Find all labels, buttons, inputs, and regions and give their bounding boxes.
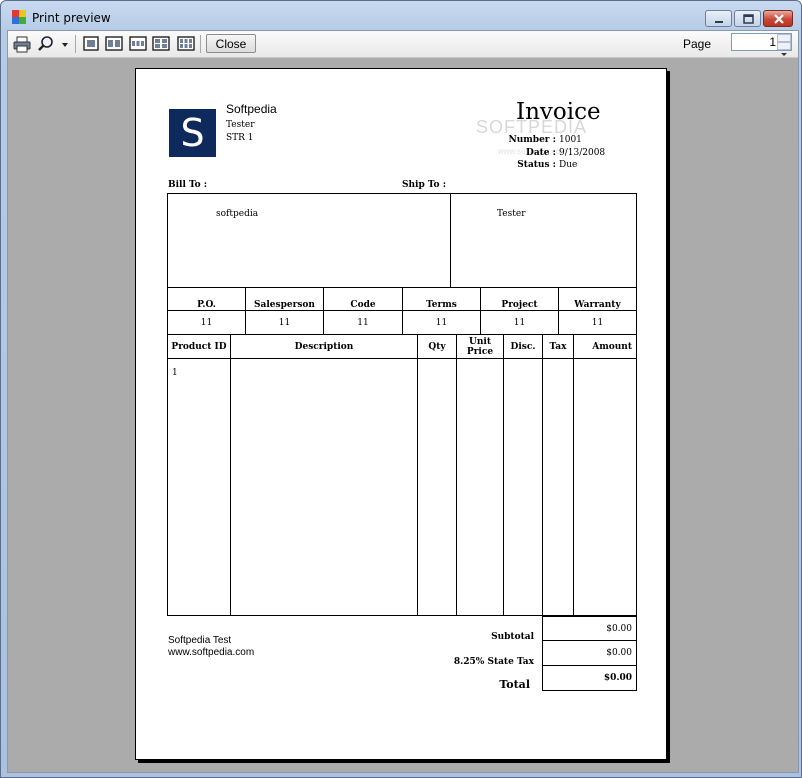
item-product-id: 1 <box>167 358 231 616</box>
info-value: 11 <box>167 310 246 335</box>
three-pages-icon[interactable] <box>129 34 147 54</box>
totals-table: $0.00 $0.00 $0.00 <box>542 616 637 691</box>
app-icon <box>12 10 26 24</box>
info-table: P.O. Salesperson Code Terms Project Warr… <box>167 287 637 335</box>
tax-value: $0.00 <box>542 640 637 666</box>
info-value: 11 <box>245 310 324 335</box>
maximize-icon <box>743 14 754 24</box>
two-pages-icon[interactable] <box>105 34 123 54</box>
spin-up-button[interactable] <box>777 34 791 49</box>
window-title: Print preview <box>32 11 111 25</box>
title-bar[interactable]: Print preview <box>1 1 801 31</box>
item-header: Amount <box>573 334 637 359</box>
item-amount <box>573 358 637 616</box>
subtotal-label: Subtotal <box>491 632 534 642</box>
item-unit-price <box>456 358 504 616</box>
footer-line-1: Softpedia Test <box>168 635 232 646</box>
date-label: Date : <box>526 148 556 158</box>
info-value: 11 <box>558 310 637 335</box>
item-header: Product ID <box>167 334 231 359</box>
item-header: Tax <box>542 334 574 359</box>
bill-to-label: Bill To : <box>168 180 208 190</box>
info-header: P.O. <box>167 287 246 311</box>
toolbar-separator <box>200 35 201 53</box>
close-preview-button[interactable]: Close <box>206 34 256 53</box>
info-header: Terms <box>402 287 481 311</box>
item-header: Unit Price <box>456 334 504 359</box>
info-value: 11 <box>480 310 559 335</box>
info-value-row: 11 11 11 11 11 11 <box>167 310 637 335</box>
item-tax <box>542 358 574 616</box>
toolbar: Close Page <box>8 31 798 58</box>
chevron-down-icon <box>781 53 787 56</box>
company-line-2: STR 1 <box>226 133 254 143</box>
item-row: 1 <box>167 358 637 616</box>
invoice-page: S Softpedia Tester STR 1 SOFTPEDIA www.s… <box>135 68 667 760</box>
four-pages-icon[interactable] <box>152 34 170 54</box>
bill-to-value: softpedia <box>216 209 259 219</box>
preview-client-area: Close Page S Softpedia Tester STR 1 SOFT… <box>7 30 799 773</box>
footer-line-2: www.softpedia.com <box>168 647 255 658</box>
info-header: Code <box>323 287 403 311</box>
total-value: $0.00 <box>542 665 637 691</box>
print-preview-window: Print preview Close Page 1 S Softpedia T… <box>0 0 802 778</box>
spin-down-button[interactable] <box>777 42 791 56</box>
total-label: Total <box>499 678 530 691</box>
printer-icon[interactable] <box>13 34 31 54</box>
company-name: Softpedia <box>226 102 277 116</box>
close-icon <box>774 14 784 24</box>
items-table: Product ID Description Qty Unit Price Di… <box>167 334 637 616</box>
toolbar-separator <box>75 35 76 53</box>
date-value: 9/13/2008 <box>559 148 606 158</box>
chevron-down-icon[interactable] <box>60 34 70 54</box>
zoom-icon[interactable] <box>37 34 55 54</box>
maximize-button[interactable] <box>734 10 761 27</box>
company-logo: S <box>169 109 216 157</box>
page-number-input[interactable] <box>734 35 776 49</box>
bill-to-box: softpedia <box>167 193 451 288</box>
info-header: Salesperson <box>245 287 324 311</box>
info-header: Warranty <box>558 287 637 311</box>
company-line-1: Tester <box>226 120 255 130</box>
ship-to-label: Ship To : <box>402 180 447 190</box>
item-disc <box>503 358 543 616</box>
number-value: 1001 <box>559 135 582 145</box>
status-label: Status : <box>517 160 556 170</box>
tax-label: 8.25% State Tax <box>453 657 534 667</box>
info-header: Project <box>480 287 559 311</box>
ship-to-box: Tester <box>450 193 637 288</box>
window-close-button[interactable] <box>763 10 793 27</box>
minimize-icon <box>715 21 723 23</box>
minimize-button[interactable] <box>705 10 732 27</box>
item-qty <box>417 358 457 616</box>
item-description <box>230 358 418 616</box>
info-header-row: P.O. Salesperson Code Terms Project Warr… <box>167 287 637 311</box>
address-table: softpedia Tester <box>167 193 637 288</box>
six-pages-icon[interactable] <box>177 34 195 54</box>
subtotal-value: $0.00 <box>542 616 637 641</box>
info-value: 11 <box>323 310 403 335</box>
invoice-title: Invoice <box>516 99 601 125</box>
one-page-icon[interactable] <box>82 34 100 54</box>
status-value: Due <box>559 160 578 170</box>
page-spinner[interactable] <box>731 33 792 56</box>
items-header-row: Product ID Description Qty Unit Price Di… <box>167 334 637 359</box>
ship-to-value: Tester <box>497 209 526 219</box>
item-header: Disc. <box>503 334 543 359</box>
page-label: Page <box>683 37 712 51</box>
item-header: Description <box>230 334 418 359</box>
number-label: Number : <box>508 135 556 145</box>
info-value: 11 <box>402 310 481 335</box>
item-header: Qty <box>417 334 457 359</box>
logo-letter: S <box>180 111 205 155</box>
